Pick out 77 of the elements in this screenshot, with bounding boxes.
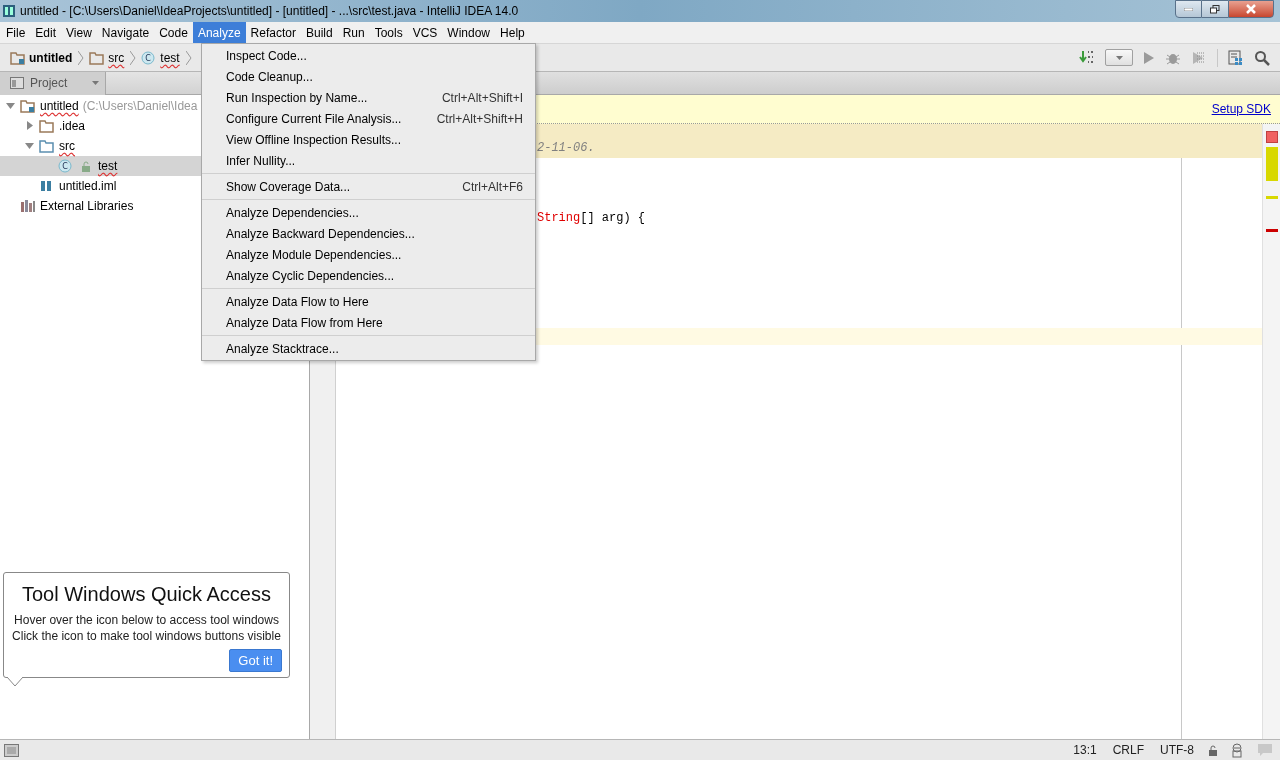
warning-stripe xyxy=(1265,147,1278,181)
menu-item[interactable]: VCS xyxy=(407,22,443,43)
menu-item[interactable]: Refactor xyxy=(245,22,301,43)
menu-entry[interactable]: Inspect Code... xyxy=(202,45,535,66)
menu-item[interactable]: Tools xyxy=(369,22,408,43)
setup-sdk-link[interactable]: Setup SDK xyxy=(1211,100,1271,118)
folder-icon xyxy=(39,119,55,133)
menu-entry[interactable]: Run Inspection by Name... Ctrl+Alt+Shift+I xyxy=(202,87,535,108)
shortcut-text: Ctrl+Alt+F6 xyxy=(462,178,523,196)
close-button[interactable] xyxy=(1228,0,1274,18)
menu-entry[interactable]: Analyze Data Flow to Here xyxy=(202,291,535,312)
menu-item[interactable]: Help xyxy=(495,22,530,43)
project-structure-icon[interactable] xyxy=(1228,49,1244,66)
window-title: untitled - [C:\Users\Daniel\IdeaProjects\untitled] - [untitled] - ...\src\test.java - IntelliJ IDEA 14.0 xyxy=(20,3,519,20)
menu-item[interactable]: File xyxy=(1,22,31,43)
chevron-icon xyxy=(130,49,137,66)
project-folder-icon xyxy=(20,99,36,113)
expanded-arrow-icon[interactable] xyxy=(25,141,35,151)
breadcrumb[interactable]: C test xyxy=(141,48,186,67)
line-separator-selector[interactable]: CRLF xyxy=(1104,741,1152,759)
close-icon xyxy=(1245,4,1257,14)
source-folder-icon xyxy=(39,139,55,153)
project-folder-icon xyxy=(10,50,26,65)
class-icon: C xyxy=(141,50,158,65)
shortcut-text: Ctrl+Alt+Shift+I xyxy=(441,89,523,107)
menu-entry[interactable]: Analyze Data Flow from Here xyxy=(202,312,535,333)
menu-item[interactable]: Code xyxy=(154,22,193,43)
encoding-selector[interactable]: UTF-8 xyxy=(1152,741,1202,759)
menu-item[interactable]: Window xyxy=(442,22,496,43)
menu-item[interactable]: Navigate xyxy=(96,22,155,43)
project-view-icon xyxy=(10,77,24,89)
tooltip-text: Click the icon to make tool windows buttons visible xyxy=(12,628,281,644)
menu-item[interactable]: Edit xyxy=(30,22,62,43)
menu-item[interactable]: Analyze xyxy=(192,22,246,43)
menu-item[interactable]: Run xyxy=(337,22,370,43)
error-stripe xyxy=(1265,229,1278,232)
caret-icon xyxy=(92,81,99,85)
breadcrumb[interactable]: src xyxy=(89,48,131,67)
build-icon xyxy=(1079,49,1095,66)
library-icon xyxy=(20,199,36,213)
folder-icon xyxy=(89,50,106,65)
menu-entry[interactable]: Analyze Cyclic Dependencies... xyxy=(202,265,535,286)
menu-entry[interactable]: Analyze Backward Dependencies... xyxy=(202,223,535,244)
run-icon[interactable] xyxy=(1143,50,1155,65)
lock-icon xyxy=(81,160,91,172)
menu-item[interactable]: Build xyxy=(300,22,338,43)
restore-icon xyxy=(1210,4,1220,14)
menu-entry[interactable]: Show Coverage Data... Ctrl+Alt+F6 xyxy=(202,176,535,197)
tooltip-title: Tool Windows Quick Access xyxy=(22,582,271,606)
minimize-button[interactable] xyxy=(1175,0,1202,18)
coverage-icon[interactable] xyxy=(1191,49,1207,66)
lock-icon[interactable] xyxy=(1208,744,1218,756)
menu-entry[interactable]: Analyze Dependencies... xyxy=(202,202,535,223)
breadcrumb[interactable]: untitled xyxy=(10,48,79,67)
path-hint: (C:\Users\Daniel\Idea xyxy=(82,98,198,115)
caret-position[interactable]: 13:1 xyxy=(1065,741,1105,759)
project-view-dropdown[interactable]: Project xyxy=(0,71,106,95)
caret-icon xyxy=(1115,55,1123,60)
app-logo-icon xyxy=(2,4,16,18)
menu-entry[interactable]: Analyze Stacktrace... xyxy=(202,338,535,359)
error-indicator xyxy=(1265,131,1278,143)
restore-button[interactable] xyxy=(1202,0,1228,18)
minimize-icon xyxy=(1184,7,1193,11)
menu-entry[interactable]: Analyze Module Dependencies... xyxy=(202,244,535,265)
warning-stripe xyxy=(1265,196,1278,199)
class-icon: C xyxy=(58,159,74,173)
run-config-dropdown[interactable] xyxy=(1105,49,1133,66)
inspector-icon[interactable] xyxy=(1230,742,1244,758)
search-icon[interactable] xyxy=(1254,49,1270,66)
chevron-icon xyxy=(185,49,192,66)
tool-windows-icon[interactable] xyxy=(4,743,19,757)
tooltip-text: Hover over the icon below to access tool windows xyxy=(14,612,279,628)
menu-entry[interactable]: Code Cleanup... xyxy=(202,66,535,87)
menu-item[interactable]: View xyxy=(61,22,97,43)
chevron-icon xyxy=(78,49,85,66)
expanded-arrow-icon[interactable] xyxy=(6,101,16,111)
collapsed-arrow-icon[interactable] xyxy=(25,121,35,131)
